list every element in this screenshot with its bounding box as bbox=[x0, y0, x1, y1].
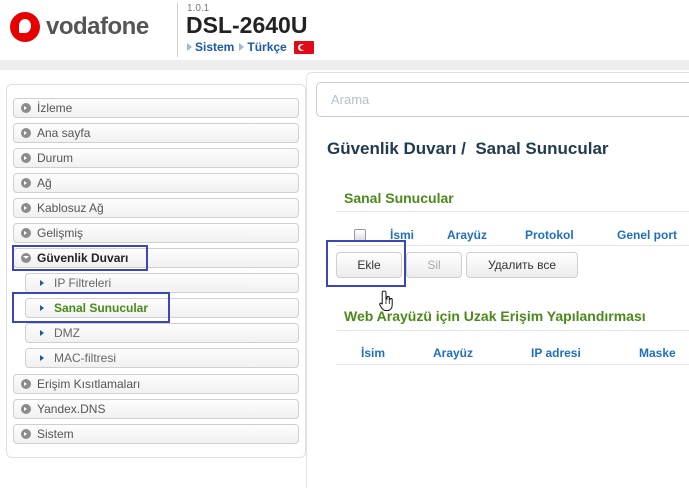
expand-bullet-icon bbox=[21, 128, 31, 138]
sidebar-item-label: Güvenlik Duvarı bbox=[37, 251, 129, 265]
system-menu-link[interactable]: Sistem bbox=[195, 40, 234, 54]
page-title: Güvenlik Duvarı / Sanal Sunucular bbox=[327, 139, 609, 158]
sidebar-item-label: Gelişmiş bbox=[37, 226, 84, 240]
brand-name: vodafone bbox=[46, 13, 149, 40]
chevron-right-icon bbox=[40, 330, 44, 336]
sidebar-subitem-mac-filter[interactable]: MAC-filtresi bbox=[25, 348, 299, 368]
expand-bullet-icon bbox=[21, 153, 31, 163]
column-header-mask[interactable]: Maske bbox=[639, 346, 676, 360]
vodafone-logo-icon bbox=[10, 12, 40, 42]
table-header-divider bbox=[336, 245, 689, 246]
column-header-public-port[interactable]: Genel port bbox=[617, 228, 677, 242]
device-model: DSL-2640U bbox=[186, 12, 308, 38]
sidebar-item-label: Ana sayfa bbox=[37, 126, 91, 140]
header-menu: Sistem Türkçe bbox=[187, 40, 314, 54]
sidebar-item-label: Yandex.DNS bbox=[37, 402, 106, 416]
sidebar-subitem-label: Sanal Sunucular bbox=[54, 301, 149, 315]
sidebar-subitem-label: DMZ bbox=[54, 326, 80, 340]
section-divider bbox=[336, 211, 689, 212]
column-header-ip-address[interactable]: IP adresi bbox=[531, 346, 581, 360]
sidebar-item-label: Kablosuz Ağ bbox=[37, 201, 104, 215]
header: vodafone 1.0.1 DSL-2640U Sistem Türkçe bbox=[0, 0, 689, 60]
sidebar-item-label: Durum bbox=[37, 151, 74, 165]
sidebar-subitem-ip-filters[interactable]: IP Filtreleri bbox=[25, 273, 299, 293]
select-all-checkbox[interactable] bbox=[354, 229, 366, 241]
column-header-interface[interactable]: Arayüz bbox=[433, 346, 473, 360]
turkey-flag-icon[interactable] bbox=[293, 40, 314, 54]
sidebar-item-label: Sistem bbox=[37, 427, 74, 441]
remote-access-section-title: Web Arayüzü için Uzak Erişim Yapılandırm… bbox=[344, 308, 646, 324]
sidebar-item-monitoring[interactable]: İzleme bbox=[13, 98, 299, 118]
sidebar-item-status[interactable]: Durum bbox=[13, 148, 299, 168]
chevron-right-icon bbox=[239, 43, 245, 51]
add-button[interactable]: Ekle bbox=[336, 252, 402, 278]
header-divider bbox=[177, 3, 178, 57]
language-menu-link[interactable]: Türkçe bbox=[247, 40, 286, 54]
sidebar-subitem-dmz[interactable]: DMZ bbox=[25, 323, 299, 343]
sidebar-item-advanced[interactable]: Gelişmiş bbox=[13, 223, 299, 243]
sidebar-item-label: İzleme bbox=[37, 101, 73, 115]
expand-bullet-icon bbox=[21, 429, 31, 439]
column-header-protocol[interactable]: Protokol bbox=[525, 228, 574, 242]
expand-bullet-icon bbox=[21, 228, 31, 238]
delete-all-button[interactable]: Удалить все bbox=[466, 252, 578, 278]
expand-bullet-icon bbox=[21, 103, 31, 113]
sidebar-subitem-virtual-servers[interactable]: Sanal Sunucular bbox=[25, 298, 299, 318]
main-panel bbox=[306, 72, 689, 488]
header-band bbox=[0, 60, 689, 70]
sidebar-item-wireless[interactable]: Kablosuz Ağ bbox=[13, 198, 299, 218]
expand-bullet-icon bbox=[21, 178, 31, 188]
column-header-name[interactable]: İsmi bbox=[390, 228, 414, 242]
column-header-interface[interactable]: Arayüz bbox=[447, 228, 487, 242]
chevron-right-icon bbox=[40, 305, 44, 311]
sidebar-item-firewall[interactable]: Güvenlik Duvarı bbox=[13, 248, 299, 268]
sidebar-item-label: Ağ bbox=[37, 176, 52, 190]
sidebar-subitem-label: MAC-filtresi bbox=[54, 351, 116, 365]
chevron-right-icon bbox=[40, 355, 44, 361]
sidebar-item-system[interactable]: Sistem bbox=[13, 424, 299, 444]
vodafone-logo[interactable]: vodafone bbox=[10, 12, 149, 42]
chevron-right-icon bbox=[40, 280, 44, 286]
section-divider bbox=[336, 330, 689, 331]
delete-button[interactable]: Sil bbox=[406, 252, 462, 278]
sidebar-item-yandex-dns[interactable]: Yandex.DNS bbox=[13, 399, 299, 419]
virtual-servers-section-title: Sanal Sunucular bbox=[344, 190, 454, 206]
column-header-name[interactable]: İsim bbox=[361, 346, 385, 360]
sidebar-item-label: Erişim Kısıtlamaları bbox=[37, 377, 141, 391]
expand-bullet-icon bbox=[21, 379, 31, 389]
table-header-divider bbox=[336, 364, 689, 365]
sidebar-subitem-label: IP Filtreleri bbox=[54, 276, 112, 290]
expand-bullet-icon bbox=[21, 404, 31, 414]
sidebar-item-network[interactable]: Ağ bbox=[13, 173, 299, 193]
expand-bullet-icon bbox=[21, 203, 31, 213]
sidebar-item-access-restrictions[interactable]: Erişim Kısıtlamaları bbox=[13, 374, 299, 394]
search-input[interactable] bbox=[316, 82, 689, 117]
chevron-right-icon bbox=[187, 43, 192, 51]
collapse-bullet-icon bbox=[21, 253, 31, 263]
sidebar-item-home[interactable]: Ana sayfa bbox=[13, 123, 299, 143]
